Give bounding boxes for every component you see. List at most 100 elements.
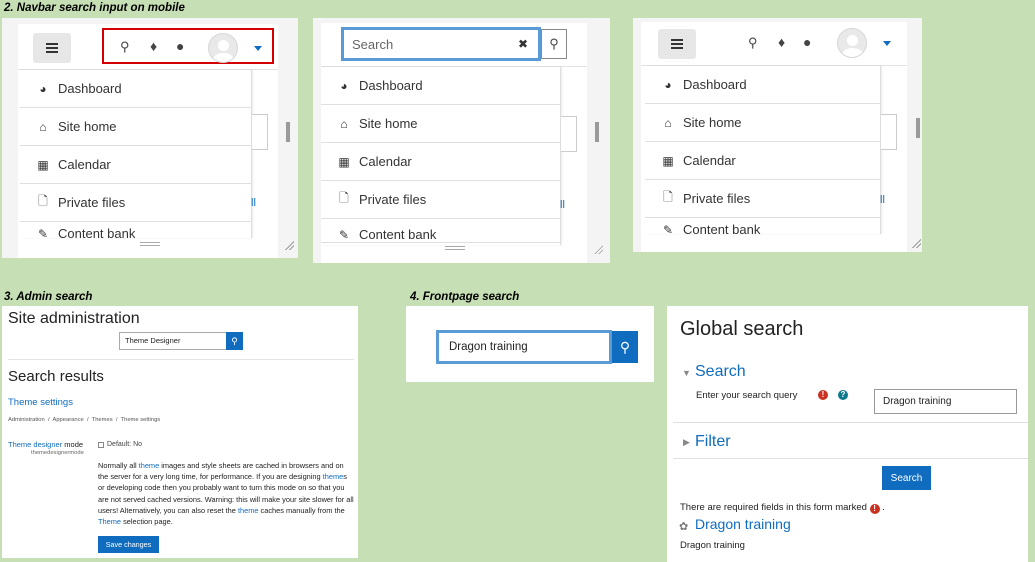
page-title: Site administration — [8, 310, 140, 327]
section-title-frontpage-search: 4. Frontpage search — [410, 291, 520, 303]
clear-icon[interactable]: ✖ — [518, 37, 528, 51]
nav-drawer-1: ◕ Dashboard ⌂ Site home ▦ Calendar 🗋 Private… — [20, 70, 252, 238]
search-icon: ⚲ — [549, 36, 559, 51]
resize-corner-icon[interactable] — [284, 240, 294, 250]
chevron-down-icon[interactable] — [254, 46, 262, 51]
background-input-fragment — [561, 116, 577, 152]
avatar[interactable] — [837, 28, 867, 58]
avatar[interactable] — [208, 33, 238, 63]
drawer-item-calendar[interactable]: ▦ Calendar — [321, 143, 560, 181]
chevron-down-icon[interactable] — [883, 41, 891, 46]
link-fragment: ll — [560, 199, 565, 211]
page-title: Global search — [680, 318, 804, 340]
query-input[interactable]: Dragon training — [874, 389, 1017, 414]
setting-name-link[interactable]: Theme designer — [8, 440, 62, 449]
drawer-item-site-home[interactable]: ⌂ Site home — [645, 104, 880, 142]
drawer-item-calendar[interactable]: ▦ Calendar — [20, 146, 251, 184]
bell-icon[interactable]: ♦ — [150, 39, 157, 53]
drawer-item-calendar[interactable]: ▦ Calendar — [645, 142, 880, 180]
dashboard-icon: ◕ — [340, 78, 348, 93]
drag-handle[interactable] — [595, 122, 599, 142]
section-title-navbar-search: 2. Navbar search input on mobile — [4, 2, 185, 14]
hamburger-button[interactable] — [33, 33, 71, 63]
drag-handle[interactable] — [286, 122, 290, 142]
mock-2-navbar: Search ✖ ⚲ — [321, 23, 587, 67]
calendar-icon: ▦ — [662, 153, 674, 168]
frontpage-search-input[interactable]: Dragon training — [436, 330, 612, 364]
divider — [8, 359, 354, 360]
drawer-item-content-bank[interactable]: ✎ Content bank — [645, 218, 880, 234]
pencil-icon: ✎ — [662, 223, 674, 234]
frontpage-search-panel: Dragon training ⚲ — [406, 306, 654, 382]
resize-handle[interactable] — [140, 242, 160, 246]
search-submit-button[interactable]: ⚲ — [541, 29, 567, 59]
pencil-icon: ✎ — [37, 227, 49, 238]
required-icon: ! — [818, 390, 828, 400]
drawer-item-content-bank[interactable]: ✎ Content bank — [321, 219, 560, 243]
search-icon[interactable]: ⚲ — [120, 40, 130, 54]
resize-corner-icon[interactable] — [593, 244, 603, 254]
search-icon: ⚲ — [231, 335, 238, 346]
frontpage-search-button[interactable]: ⚲ — [612, 331, 638, 363]
admin-search-input[interactable]: Theme Designer — [119, 332, 227, 350]
link-fragment: ll — [251, 197, 256, 209]
expand-caret-icon[interactable]: ▶ — [683, 437, 690, 448]
file-icon: 🗋 — [38, 194, 48, 208]
hamburger-icon — [671, 43, 683, 45]
resize-corner-icon[interactable] — [911, 238, 921, 248]
home-icon: ⌂ — [340, 116, 348, 131]
file-icon: 🗋 — [339, 191, 349, 205]
admin-search-button[interactable]: ⚲ — [226, 332, 243, 350]
mock-screen-2: Search ✖ ⚲ ◕ Dashboard ⌂ Site home ▦ Calend… — [313, 18, 610, 263]
hamburger-button[interactable] — [658, 29, 696, 59]
drawer-item-site-home[interactable]: ⌂ Site home — [20, 108, 251, 146]
nav-drawer-3: ◕ Dashboard ⌂ Site home ▦ Calendar 🗋 Private… — [645, 66, 881, 234]
drawer-item-dashboard[interactable]: ◕ Dashboard — [321, 67, 560, 105]
chat-icon[interactable]: ● — [176, 39, 184, 53]
theme-designer-checkbox[interactable] — [98, 442, 104, 448]
forum-icon: ✿ — [679, 521, 689, 533]
background-input-fragment — [252, 114, 268, 150]
mock-screen-1: ⚲ ♦ ● ◕ Dashboard ⌂ Site home ▦ Calendar 🗋 P… — [2, 18, 298, 258]
mock-3-navbar: ⚲ ♦ ● — [641, 22, 907, 66]
search-icon[interactable]: ⚲ — [748, 36, 758, 50]
chat-icon[interactable]: ● — [803, 35, 811, 49]
nav-drawer-2: ◕ Dashboard ⌂ Site home ▦ Calendar 🗋 Private… — [321, 67, 561, 245]
drawer-item-private-files[interactable]: 🗋 Private files — [20, 184, 251, 222]
submit-search-button[interactable]: Search — [882, 466, 931, 490]
breadcrumb: Administration / Appearance / Themes / T… — [8, 417, 161, 423]
hamburger-icon — [46, 47, 58, 49]
divider — [673, 458, 1028, 459]
save-changes-button[interactable]: Save changes — [98, 536, 159, 553]
mock-screen-3: ⚲ ♦ ● ◕ Dashboard ⌂ Site home ▦ Calendar 🗋 P… — [633, 18, 922, 252]
filter-section-toggle[interactable]: Filter — [695, 433, 731, 451]
drag-handle[interactable] — [916, 118, 920, 138]
search-input[interactable]: Search ✖ — [341, 27, 541, 61]
home-icon: ⌂ — [664, 115, 672, 130]
drawer-item-site-home[interactable]: ⌂ Site home — [321, 105, 560, 143]
setting-name: Theme designer mode — [8, 440, 84, 449]
dashboard-icon: ◕ — [39, 81, 47, 96]
link-fragment: ll — [880, 194, 885, 206]
result-snippet: Dragon training — [680, 540, 745, 551]
calendar-icon: ▦ — [37, 157, 49, 172]
resize-handle[interactable] — [445, 246, 465, 250]
calendar-icon: ▦ — [338, 154, 350, 169]
required-icon: ! — [869, 504, 880, 514]
search-placeholder: Search — [352, 37, 394, 52]
help-icon[interactable]: ? — [838, 390, 848, 400]
drawer-item-private-files[interactable]: 🗋 Private files — [645, 180, 880, 218]
drawer-item-private-files[interactable]: 🗋 Private files — [321, 181, 560, 219]
pencil-icon: ✎ — [338, 228, 350, 242]
result-title-link[interactable]: Dragon training — [695, 516, 791, 532]
drawer-item-dashboard[interactable]: ◕ Dashboard — [645, 66, 880, 104]
required-fields-note: There are required fields in this form m… — [680, 502, 885, 514]
drawer-item-dashboard[interactable]: ◕ Dashboard — [20, 70, 251, 108]
query-label: Enter your search query — [696, 390, 798, 401]
result-link-theme-settings[interactable]: Theme settings — [8, 397, 73, 408]
search-section-toggle[interactable]: Search — [695, 363, 746, 381]
bell-icon[interactable]: ♦ — [778, 35, 785, 49]
collapse-caret-icon[interactable]: ▼ — [682, 368, 691, 378]
global-search-panel: Global search ▼ Search Enter your search… — [667, 306, 1028, 562]
drawer-item-content-bank[interactable]: ✎ Content bank — [20, 222, 251, 238]
